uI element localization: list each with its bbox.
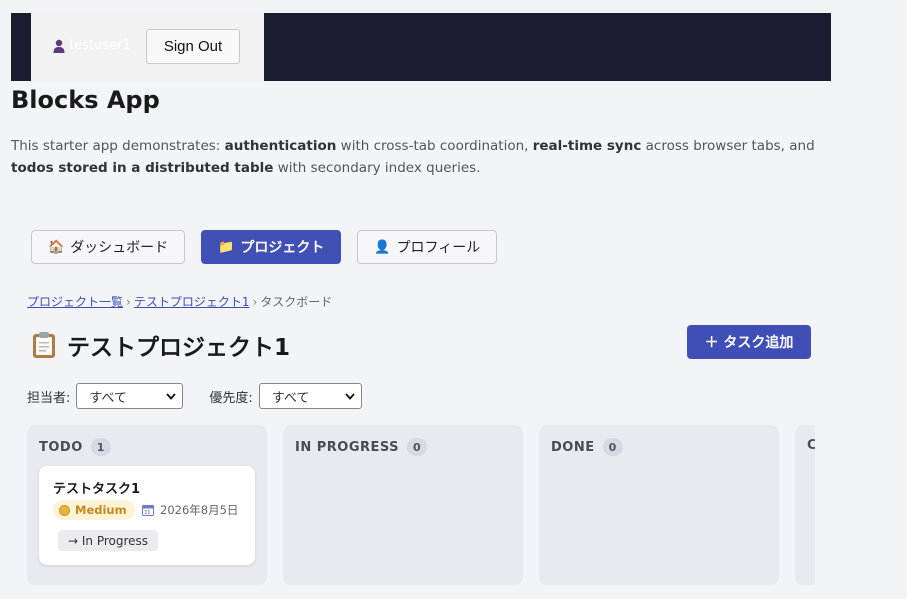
assignee-label: 担当者: <box>27 390 71 406</box>
nav-user-button[interactable]: 👤 プロフィール <box>357 230 498 264</box>
project-heading: テストプロジェクト1 <box>31 328 290 362</box>
top-bar: testuser1 Sign Out <box>11 13 831 81</box>
priority-text: Medium <box>75 503 127 517</box>
add-task-button[interactable]: ＋ タスク追加 <box>687 325 811 359</box>
column-header: TODO 1 <box>39 438 111 456</box>
breadcrumb-projects[interactable]: プロジェクト一覧 <box>27 295 123 309</box>
medium-priority-icon <box>59 504 70 516</box>
app-title: Blocks App <box>11 86 160 114</box>
breadcrumb-separator: › <box>126 295 131 309</box>
column-count: 0 <box>602 438 623 456</box>
calendar-icon <box>142 505 154 516</box>
chevron-down-icon <box>166 392 177 400</box>
description-emphasis: todos stored in a distributed table <box>11 160 274 176</box>
breadcrumb-separator: › <box>252 295 258 309</box>
column-partial: C <box>795 425 815 585</box>
task-board: TODO 1 テストタスク1 Medium 2026年8月5日 → In Pro… <box>27 425 815 599</box>
description-emphasis: real-time sync <box>532 138 642 154</box>
filters: 担当者: すべて 優先度: すべて <box>27 383 362 409</box>
description-text: across browser tabs, and <box>641 138 815 154</box>
due-date-text: 2026年8月5日 <box>160 503 239 517</box>
folder-icon: 📁 <box>218 239 235 255</box>
username: testuser1 <box>69 38 131 53</box>
column-in-progress: IN PROGRESS 0 <box>283 425 523 585</box>
column-todo: TODO 1 テストタスク1 Medium 2026年8月5日 → In Pro… <box>27 425 267 585</box>
chevron-down-icon <box>345 392 355 400</box>
nav-label: ダッシュボード <box>70 240 169 256</box>
column-count: 1 <box>90 438 111 456</box>
move-in-progress-button[interactable]: → In Progress <box>58 530 159 551</box>
column-title: DONE <box>551 439 595 455</box>
main-nav: 🏠 ダッシュボード 📁 プロジェクト 👤 プロフィール <box>31 230 498 264</box>
description-text: with secondary index queries. <box>273 160 481 176</box>
priority-badge: Medium <box>53 500 135 520</box>
app-description: This starter app demonstrates: authentic… <box>11 135 841 179</box>
column-title: C <box>807 438 815 453</box>
column-count: 0 <box>407 438 428 456</box>
column-done: DONE 0 <box>539 425 779 585</box>
user-icon: 👤 <box>374 239 391 255</box>
task-title: テストタスク1 <box>53 482 141 497</box>
column-title: IN PROGRESS <box>295 439 400 455</box>
current-user: testuser1 <box>53 38 131 53</box>
nav-folder-button[interactable]: 📁 プロジェクト <box>201 230 342 264</box>
description-emphasis: authentication <box>224 138 337 154</box>
clipboard-icon <box>33 332 55 358</box>
priority-select[interactable]: すべて <box>258 383 362 409</box>
description-text: This starter app demonstrates: <box>11 138 225 154</box>
priority-label: 優先度: <box>209 390 253 406</box>
breadcrumb-project[interactable]: テストプロジェクト1 <box>134 295 250 309</box>
breadcrumb: プロジェクト一覧 › テストプロジェクト1 › タスクボード <box>27 293 332 310</box>
project-title: テストプロジェクト1 <box>67 335 291 361</box>
column-header: DONE 0 <box>551 438 623 456</box>
assignee-select[interactable]: すべて <box>76 383 184 409</box>
house-icon: 🏠 <box>48 239 65 255</box>
nav-label: プロフィール <box>396 240 481 256</box>
description-text: with cross-tab coordination, <box>336 138 533 154</box>
user-panel: testuser1 Sign Out <box>31 13 264 81</box>
column-title: TODO <box>39 439 83 455</box>
user-icon <box>53 39 65 53</box>
sign-out-button[interactable]: Sign Out <box>146 29 240 64</box>
assignee-select-value: すべて <box>89 390 127 406</box>
nav-house-button[interactable]: 🏠 ダッシュボード <box>31 230 186 264</box>
priority-select-value: すべて <box>271 390 310 406</box>
task-card[interactable]: テストタスク1 Medium 2026年8月5日 → In Progress <box>39 466 255 565</box>
nav-label: プロジェクト <box>240 240 325 256</box>
column-header: C <box>807 438 815 453</box>
breadcrumb-current: タスクボード <box>260 295 333 309</box>
column-header: IN PROGRESS 0 <box>295 438 428 456</box>
due-date: 2026年8月5日 <box>142 502 238 518</box>
